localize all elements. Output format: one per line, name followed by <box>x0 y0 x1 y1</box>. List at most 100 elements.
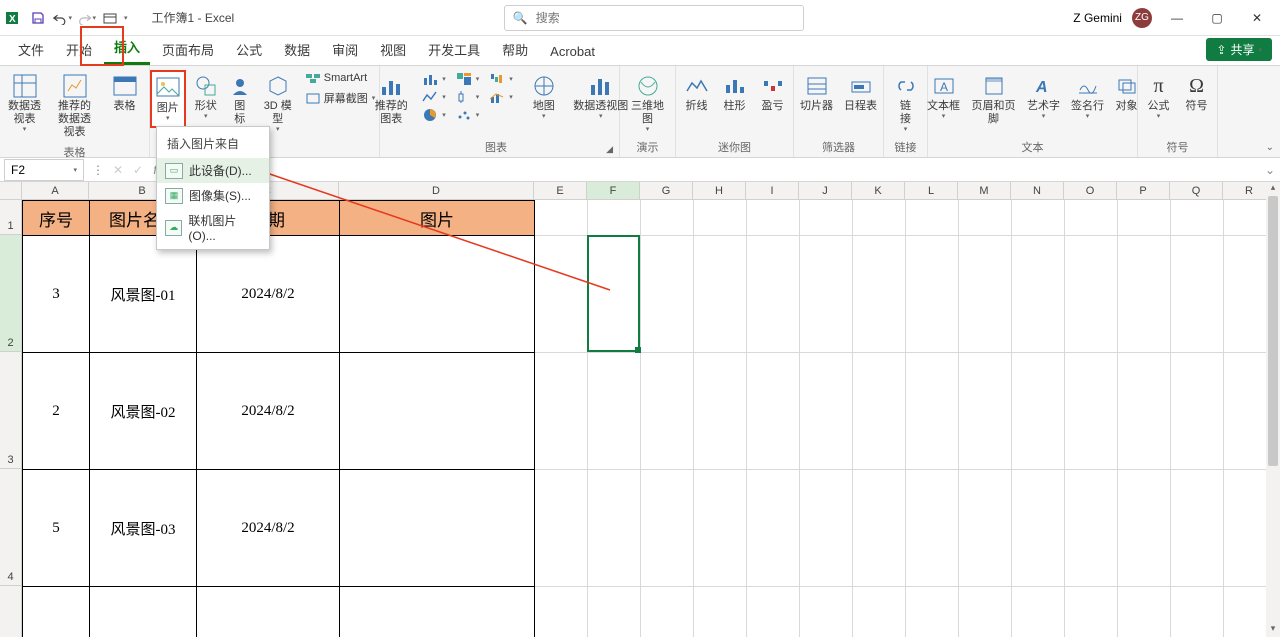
sparkline-column-button[interactable]: 柱形 <box>718 70 752 115</box>
link-button[interactable]: 链 接▾ <box>889 70 923 137</box>
sparkline-line-button[interactable]: 折线 <box>680 70 714 115</box>
th-pic[interactable]: 图片 <box>340 201 535 236</box>
symbol-button[interactable]: Ω符号 <box>1180 70 1214 115</box>
share-button[interactable]: ⇪共享▾ <box>1206 38 1272 61</box>
avatar[interactable]: ZG <box>1132 8 1152 28</box>
wordart-button[interactable]: A艺术字▾ <box>1024 70 1064 124</box>
col-G[interactable]: G <box>640 182 693 199</box>
table-row[interactable]: 3风景图-012024/8/2 <box>23 236 535 353</box>
waterfall-chart-button[interactable]: ▾ <box>485 70 517 88</box>
excel-app-icon[interactable]: X <box>4 8 24 28</box>
scroll-up-icon[interactable]: ▴ <box>1266 182 1280 196</box>
active-cell[interactable] <box>587 235 640 352</box>
collapse-ribbon-button[interactable]: ⌄ <box>1266 142 1274 153</box>
icons-button[interactable]: 图 标 <box>226 70 254 128</box>
tab-file[interactable]: 文件 <box>8 34 54 65</box>
select-all-corner[interactable] <box>0 182 22 200</box>
th-num[interactable]: 序号 <box>23 201 90 236</box>
undo-icon[interactable]: ▾ <box>52 8 72 28</box>
vertical-scrollbar[interactable]: ▴ ▾ <box>1266 182 1280 637</box>
tab-help[interactable]: 帮助 <box>492 34 538 65</box>
line-chart-button[interactable]: ▾ <box>418 88 450 106</box>
row-4[interactable]: 4 <box>0 469 22 586</box>
textbox-button[interactable]: A文本框▾ <box>924 70 964 124</box>
col-K[interactable]: K <box>852 182 905 199</box>
col-A[interactable]: A <box>22 182 89 199</box>
maps-button[interactable]: 地图▾ <box>521 70 567 124</box>
col-P[interactable]: P <box>1117 182 1170 199</box>
combo-chart-button[interactable]: ▾ <box>485 88 517 106</box>
tab-home[interactable]: 开始 <box>56 34 102 65</box>
group-charts-label: 图表 <box>386 139 606 155</box>
object-button[interactable]: 对象 <box>1112 70 1142 115</box>
pie-chart-button[interactable]: ▾ <box>418 106 450 124</box>
search-input[interactable]: 🔍 搜索 <box>504 5 804 31</box>
tab-formulas[interactable]: 公式 <box>226 34 272 65</box>
col-M[interactable]: M <box>958 182 1011 199</box>
enter-formula-icon[interactable]: ✓ <box>128 163 148 177</box>
table-row[interactable]: 2风景图-022024/8/2 <box>23 353 535 470</box>
cancel-formula-icon[interactable]: ✕ <box>108 163 128 177</box>
col-Q[interactable]: Q <box>1170 182 1223 199</box>
header-footer-button[interactable]: 页眉和页脚 <box>968 70 1020 128</box>
col-D[interactable]: D <box>339 182 534 199</box>
sparkline-winloss-button[interactable]: 盈亏 <box>756 70 790 115</box>
scroll-down-icon[interactable]: ▾ <box>1266 623 1280 637</box>
tab-insert[interactable]: 插入 <box>104 31 150 65</box>
tab-dev[interactable]: 开发工具 <box>418 34 490 65</box>
minimize-button[interactable]: — <box>1162 3 1192 33</box>
signature-line-button[interactable]: 签名行▾ <box>1068 70 1108 124</box>
col-E[interactable]: E <box>534 182 587 199</box>
pivot-table-button[interactable]: 数据透 视表▾ <box>2 70 48 137</box>
redo-icon[interactable]: ▾ <box>76 8 96 28</box>
row-1[interactable]: 1 <box>0 200 22 235</box>
col-I[interactable]: I <box>746 182 799 199</box>
expand-fbar-icon[interactable]: ⌄ <box>1260 163 1280 177</box>
shapes-button[interactable]: 形状▾ <box>190 70 222 124</box>
col-O[interactable]: O <box>1064 182 1117 199</box>
slicer-button[interactable]: 切片器 <box>797 70 837 115</box>
hierarchy-chart-button[interactable]: ▾ <box>452 70 484 88</box>
row-5[interactable] <box>0 586 22 637</box>
row-3[interactable]: 3 <box>0 352 22 469</box>
scatter-chart-button[interactable]: ▾ <box>452 106 484 124</box>
3d-map-button[interactable]: 三维地 图▾ <box>625 70 671 137</box>
pic-menu-header: 插入图片来自 <box>157 127 269 158</box>
formula-input[interactable] <box>168 159 1260 181</box>
tab-data[interactable]: 数据 <box>274 34 320 65</box>
online-icon: ☁ <box>165 220 182 236</box>
qat-customize-icon[interactable] <box>100 8 120 28</box>
col-H[interactable]: H <box>693 182 746 199</box>
user-name[interactable]: Z Gemini <box>1073 11 1122 25</box>
scroll-thumb[interactable] <box>1268 196 1278 466</box>
column-chart-button[interactable]: ▾ <box>418 70 450 88</box>
row-2[interactable]: 2 <box>0 235 22 352</box>
pic-stock-images[interactable]: ▦图像集(S)... <box>157 183 269 208</box>
col-L[interactable]: L <box>905 182 958 199</box>
table-row[interactable]: 5风景图-032024/8/2 <box>23 470 535 587</box>
fbar-more-icon[interactable]: ⋮ <box>88 163 108 177</box>
timeline-button[interactable]: 日程表 <box>841 70 881 115</box>
recommended-charts-button[interactable]: 推荐的 图表 <box>368 70 414 128</box>
pictures-button[interactable]: 图片▾ <box>150 70 186 128</box>
col-J[interactable]: J <box>799 182 852 199</box>
charts-dialog-launcher[interactable]: ◢ <box>606 144 613 155</box>
tab-acrobat[interactable]: Acrobat <box>540 38 605 65</box>
table-row[interactable] <box>23 587 535 637</box>
close-button[interactable]: ✕ <box>1242 3 1272 33</box>
recommended-pivot-button[interactable]: 推荐的 数据透视表 <box>52 70 98 142</box>
tab-view[interactable]: 视图 <box>370 34 416 65</box>
name-box[interactable]: F2▾ <box>4 159 84 181</box>
qat-more-icon[interactable]: ▾ <box>124 14 128 22</box>
tab-layout[interactable]: 页面布局 <box>152 34 224 65</box>
equation-button[interactable]: π公式▾ <box>1142 70 1176 124</box>
pic-online[interactable]: ☁联机图片(O)... <box>157 208 269 247</box>
table-button[interactable]: 表格 <box>102 70 148 115</box>
save-icon[interactable] <box>28 8 48 28</box>
pic-from-device[interactable]: ▭此设备(D)... <box>157 158 269 183</box>
col-F[interactable]: F <box>587 182 640 199</box>
tab-review[interactable]: 审阅 <box>322 34 368 65</box>
statistic-chart-button[interactable]: ▾ <box>452 88 484 106</box>
restore-button[interactable]: ▢ <box>1202 3 1232 33</box>
col-N[interactable]: N <box>1011 182 1064 199</box>
